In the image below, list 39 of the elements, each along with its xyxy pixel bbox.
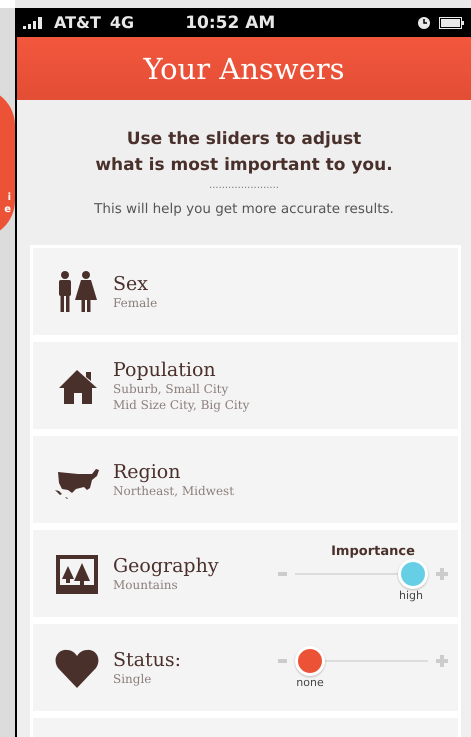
answer-card[interactable]: Sex Female: [33, 248, 458, 335]
badge-text: e: [4, 204, 11, 216]
network-type: 4G: [110, 13, 134, 32]
minus-icon: [278, 572, 287, 576]
slider-thumb[interactable]: [295, 646, 325, 676]
instruction-heading: Use the sliders to adjust: [126, 128, 362, 151]
answer-value: Mountains: [113, 576, 179, 592]
answer-title: Region: [113, 460, 182, 482]
slider-reading: none: [296, 676, 324, 688]
slider-title: Importance: [330, 544, 416, 559]
badge-text: i: [8, 192, 11, 204]
window-edge: [0, 0, 15, 8]
instruction-heading: what is most important to you.: [95, 154, 393, 177]
slider-reading: high: [399, 589, 423, 602]
status-time: 10:52 AM: [185, 12, 276, 32]
answer-card[interactable]: Region Northeast, Midwest: [33, 436, 458, 523]
battery-icon: [439, 16, 465, 28]
answer-card[interactable]: Status: Single none: [33, 624, 458, 711]
signal-icon: [23, 16, 45, 28]
answer-value: Mid Size City, Big City: [113, 396, 250, 412]
minus-icon: [278, 658, 287, 662]
answer-card[interactable]: Geography Mountains Importance high: [33, 530, 458, 617]
answer-title: Status:: [113, 648, 182, 670]
answer-value: Female: [113, 294, 158, 310]
slider-thumb[interactable]: [398, 559, 428, 589]
answer-title: Population: [113, 358, 217, 380]
answer-card[interactable]: Population Suburb, Small City Mid Size City, Big City: [33, 342, 458, 429]
carrier-name: AT&T: [54, 13, 101, 32]
plus-icon: [436, 568, 448, 580]
dotted-divider: ......................: [209, 180, 279, 191]
answer-title: Sex: [113, 272, 149, 294]
clock-icon: [418, 16, 430, 28]
answer-value: Northeast, Midwest: [113, 482, 234, 498]
answer-title: Geography: [113, 554, 219, 576]
plus-icon: [436, 654, 448, 666]
answer-value: Single: [113, 670, 152, 686]
instruction-subtitle: This will help you get more accurate results.: [94, 201, 394, 217]
page-title: Your Answers: [143, 52, 345, 86]
answer-value: Suburb, Small City: [113, 380, 230, 396]
